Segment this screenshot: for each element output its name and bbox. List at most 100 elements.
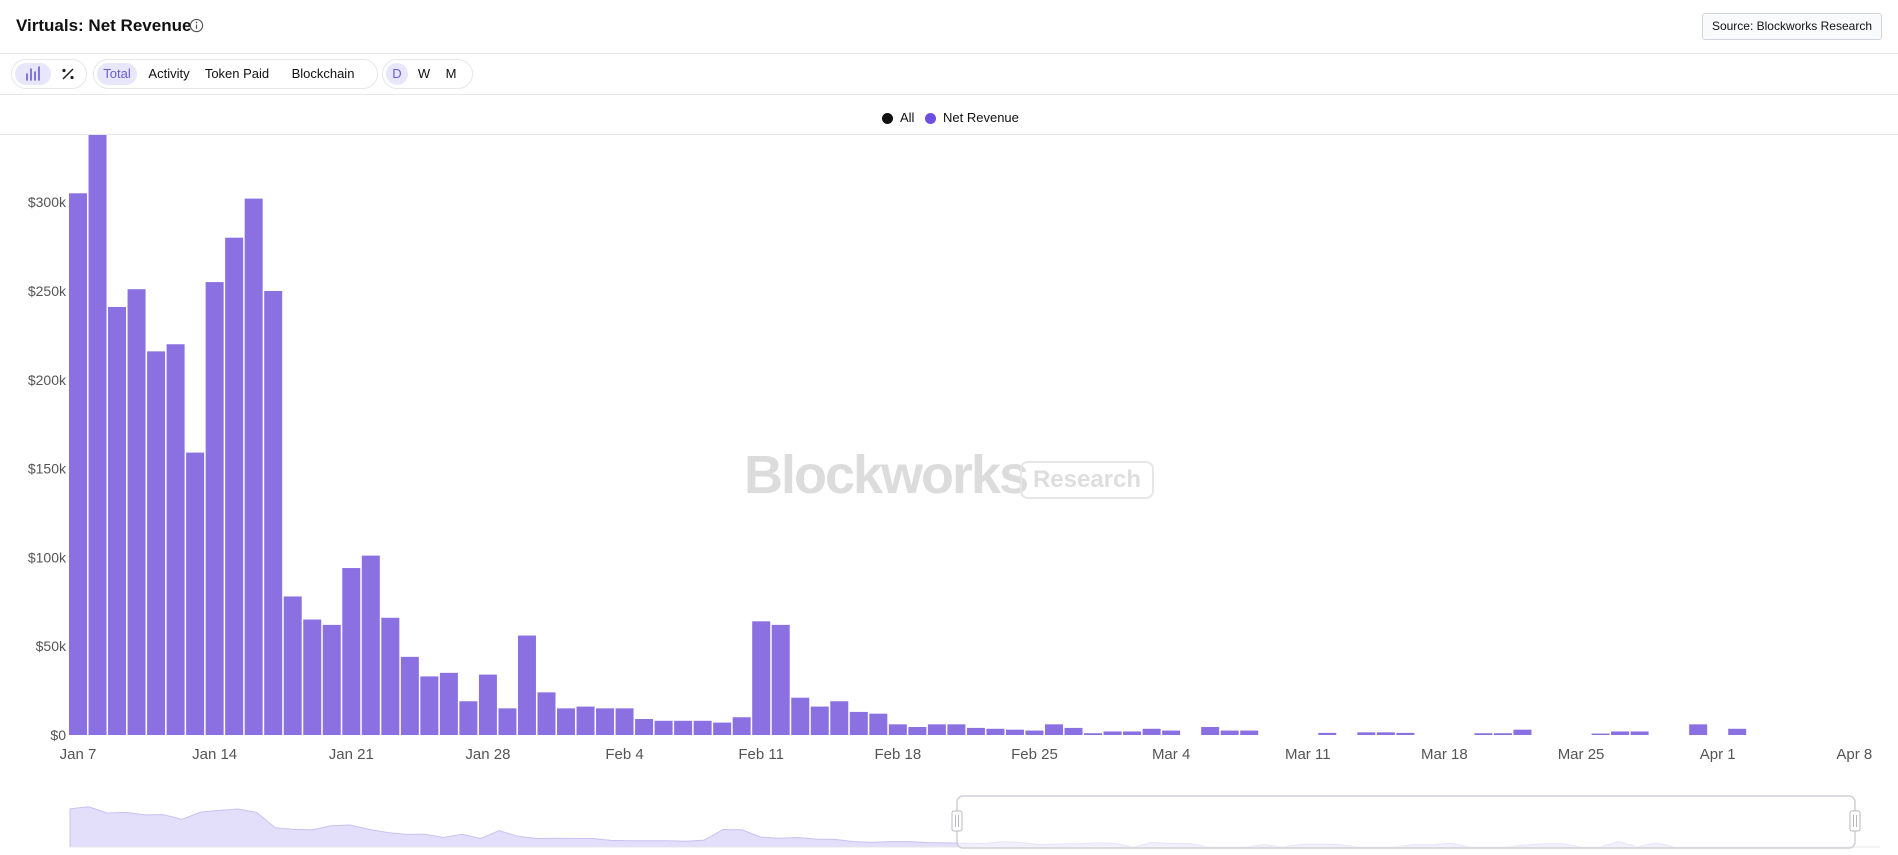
bar[interactable] [244, 198, 263, 736]
bar[interactable] [1396, 732, 1415, 735]
bar[interactable] [752, 621, 771, 735]
bar-chart-icon[interactable] [15, 63, 51, 85]
source-button[interactable]: Source: Blockworks Research [1701, 13, 1882, 40]
bar[interactable] [205, 282, 224, 735]
bar[interactable] [1474, 733, 1493, 735]
bar[interactable] [947, 724, 966, 735]
y-tick-label: $100k [28, 549, 67, 565]
bar[interactable] [1513, 729, 1532, 735]
legend-item-all[interactable]: All [882, 110, 914, 126]
range-navigator[interactable] [0, 790, 1898, 850]
bar[interactable] [1728, 728, 1747, 735]
bar[interactable] [342, 568, 361, 735]
bar[interactable] [361, 555, 380, 735]
bar[interactable] [1376, 732, 1395, 735]
bar[interactable] [830, 701, 849, 735]
bar[interactable] [186, 452, 205, 735]
bar[interactable] [381, 617, 400, 735]
bar[interactable] [576, 706, 595, 735]
bar[interactable] [810, 706, 829, 735]
bar[interactable] [439, 672, 458, 735]
navigator-handle[interactable] [1849, 810, 1861, 832]
bar[interactable] [1630, 731, 1649, 735]
bar[interactable] [400, 656, 419, 735]
bar[interactable] [108, 306, 127, 735]
x-tick-label: Mar 11 [1285, 746, 1331, 763]
bar[interactable] [1240, 730, 1259, 735]
bar[interactable] [1162, 730, 1181, 735]
bar[interactable] [127, 289, 146, 735]
bar[interactable] [1084, 733, 1103, 735]
bar[interactable] [537, 692, 556, 735]
tab-total[interactable]: Total [97, 63, 137, 85]
bar[interactable] [283, 596, 302, 735]
tab-period-m[interactable]: M [440, 63, 462, 85]
bar[interactable] [615, 708, 634, 735]
watermark-tag: Research [1020, 461, 1154, 499]
percent-icon[interactable] [54, 63, 82, 85]
x-tick-label: Jan 7 [60, 746, 97, 763]
navigator-handle[interactable] [951, 810, 963, 832]
bar[interactable] [654, 720, 673, 735]
legend-label-net-revenue: Net Revenue [943, 110, 1019, 125]
bar[interactable] [1201, 727, 1220, 735]
bar[interactable] [869, 713, 888, 735]
bar[interactable] [908, 727, 927, 735]
bar[interactable] [966, 727, 985, 735]
bar[interactable] [420, 676, 439, 735]
bar[interactable] [596, 708, 615, 735]
x-tick-label: Mar 4 [1152, 746, 1190, 763]
bar[interactable] [1103, 731, 1122, 735]
bar[interactable] [674, 720, 693, 735]
bar[interactable] [322, 624, 341, 735]
tab-blockchain[interactable]: Blockchain [283, 63, 363, 85]
x-tick-label: Jan 28 [465, 746, 510, 763]
watermark-brand: Blockworks [744, 445, 1029, 505]
bar[interactable] [1611, 731, 1630, 735]
bar[interactable] [927, 724, 946, 735]
bar[interactable] [1005, 729, 1024, 735]
bar[interactable] [498, 708, 517, 735]
bar[interactable] [732, 717, 751, 735]
bar[interactable] [459, 701, 478, 735]
x-tick-label: Jan 21 [329, 746, 374, 763]
bar[interactable] [517, 635, 536, 735]
bar[interactable] [1591, 733, 1610, 735]
bar[interactable] [1689, 724, 1708, 735]
legend-item-net-revenue[interactable]: Net Revenue [925, 110, 1019, 126]
tab-period-w[interactable]: W [413, 63, 435, 85]
bar[interactable] [303, 619, 322, 735]
bar[interactable] [69, 193, 87, 735]
bar[interactable] [478, 674, 497, 735]
bar[interactable] [635, 719, 654, 735]
bar[interactable] [771, 624, 790, 735]
bar[interactable] [693, 720, 712, 735]
navigator-window[interactable] [956, 795, 1856, 849]
bar[interactable] [1318, 732, 1337, 735]
bar[interactable] [1357, 732, 1376, 735]
bar[interactable] [147, 351, 166, 735]
bar[interactable] [1220, 730, 1239, 735]
tab-period-d[interactable]: D [386, 63, 408, 85]
bar[interactable] [166, 344, 185, 735]
bar[interactable] [1142, 728, 1161, 735]
bar[interactable] [713, 722, 732, 735]
bar[interactable] [557, 708, 575, 735]
tab-token-paid[interactable]: Token Paid [199, 63, 275, 85]
bar[interactable] [225, 237, 244, 735]
bar[interactable] [849, 711, 868, 735]
bar[interactable] [1064, 727, 1083, 735]
bar[interactable] [1045, 724, 1063, 735]
bar[interactable] [888, 724, 907, 735]
bar[interactable] [88, 135, 107, 736]
bar[interactable] [264, 290, 283, 735]
y-tick-label: $150k [28, 461, 67, 477]
info-icon[interactable] [189, 18, 204, 33]
bar[interactable] [1123, 731, 1142, 735]
bar[interactable] [1493, 733, 1512, 735]
bar[interactable] [1025, 730, 1044, 735]
bar[interactable] [986, 728, 1005, 735]
bar[interactable] [791, 697, 810, 735]
tab-activity[interactable]: Activity [144, 63, 194, 85]
chart-legend: All Net Revenue [0, 110, 1898, 128]
